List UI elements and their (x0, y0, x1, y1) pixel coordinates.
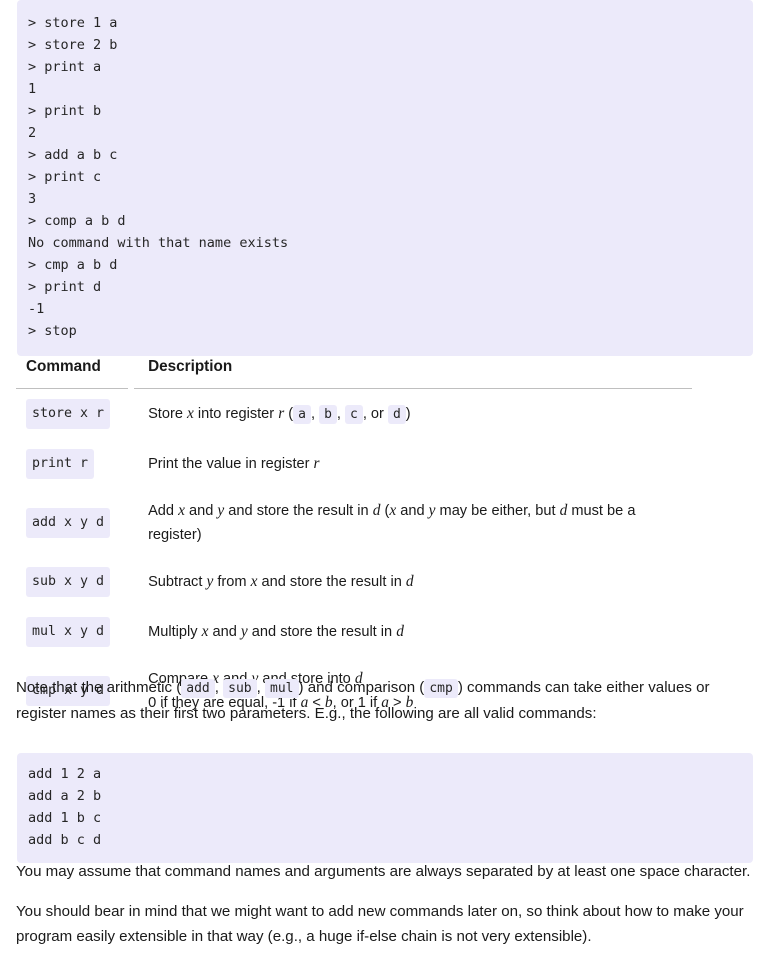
table-row: print r Print the value in register r (16, 439, 692, 489)
description-cell: Print the value in register r (134, 439, 692, 489)
table-row: sub x y d Subtract y from x and store the… (16, 557, 692, 607)
text-run: Store (148, 405, 187, 422)
command-cell: sub x y d (16, 557, 128, 607)
variable-name: d (396, 623, 404, 640)
text-run: Multiply (148, 624, 202, 640)
command-syntax-chip: sub x y d (26, 567, 111, 597)
code-line: add 1 2 a (28, 765, 102, 782)
text-run: and (208, 624, 241, 640)
text-run: , (310, 405, 320, 422)
code-line: add 1 b c (28, 809, 102, 826)
text-run: , (256, 679, 266, 696)
code-line: add a 2 b (28, 787, 102, 804)
text-line: Store x into register r (a, b, c, or d) (148, 402, 678, 427)
code-line: > print a (28, 58, 102, 75)
command-cell: add x y d (16, 489, 128, 557)
description-cell: Multiply x and y and store the result in… (134, 607, 692, 657)
text-line: Add x and y and store the result in d (x… (148, 499, 678, 547)
description-cell: Store x into register r (a, b, c, or d) (134, 389, 692, 440)
column-header-description: Description (134, 358, 692, 389)
text-run: ) and comparison ( (298, 679, 425, 696)
command-table-head: Command Description (16, 358, 692, 389)
text-run: and (396, 503, 429, 519)
command-syntax-chip: print r (26, 449, 95, 479)
document-page: > store 1 a > store 2 b > print a 1 > print … (0, 0, 760, 954)
note-paragraph: Note that the arithmetic (add, sub, mul)… (16, 675, 752, 726)
command-syntax-chip: mul x y d (26, 617, 111, 647)
code-line: 1 (28, 80, 37, 97)
variable-name: x (187, 404, 194, 422)
inline-code: d (387, 404, 406, 424)
code-line: No command with that name exists (28, 234, 289, 251)
command-syntax-chip: add x y d (26, 508, 111, 538)
description-cell: Subtract y from x and store the result i… (134, 557, 692, 607)
variable-name: x (178, 502, 185, 519)
code-line: > cmp a b d (28, 256, 118, 273)
code-line: > add a b c (28, 146, 118, 163)
code-line: 2 (28, 124, 37, 141)
column-header-command: Command (16, 358, 129, 389)
code-line: -1 (28, 300, 45, 317)
text-run: ( (284, 405, 294, 422)
variable-name: r (313, 455, 320, 472)
command-reference-table: Command Description store x r Store x int… (16, 358, 692, 725)
text-run: Subtract (148, 574, 207, 590)
variable-name: y (240, 623, 248, 640)
text-run: ) (405, 405, 411, 422)
inline-code: mul (265, 679, 299, 698)
code-line: > store 1 a (28, 14, 118, 31)
command-table-header-row: Command Description (16, 358, 692, 389)
text-run: Print the value in register (148, 456, 314, 472)
text-run: Add (148, 503, 179, 519)
code-line: > store 2 b (28, 36, 118, 53)
text-line: Note that the arithmetic (add, sub, mul)… (16, 675, 752, 726)
text-run: and (184, 503, 218, 519)
space-separator-paragraph: You may assume that command names and ar… (16, 863, 751, 880)
text-line: Multiply x and y and store the result in… (148, 620, 678, 644)
text-run: ( (380, 503, 390, 519)
code-line: > print d (28, 278, 102, 295)
code-line: 3 (28, 190, 37, 207)
inline-code: add (181, 679, 215, 698)
inline-code: c (345, 404, 363, 424)
text-run: into register (193, 405, 279, 422)
code-line: > print b (28, 102, 102, 119)
table-row: mul x y d Multiply x and y and store the … (16, 607, 692, 657)
command-cell: print r (16, 439, 128, 489)
code-line: add b c d (28, 831, 102, 848)
text-run: , or (362, 405, 388, 422)
example-commands-codeblock: add 1 2 a add a 2 b add 1 b c add b c d (17, 752, 753, 863)
text-run: and store the result in (224, 503, 373, 519)
table-row: add x y d Add x and y and store the resul… (16, 489, 692, 557)
inline-code: sub (223, 679, 257, 698)
command-cell: store x r (16, 389, 128, 440)
text-run: Note that the arithmetic ( (16, 679, 182, 696)
table-row: store x r Store x into register r (a, b, … (16, 389, 692, 440)
text-line: Subtract y from x and store the result i… (148, 570, 678, 594)
terminal-transcript-codeblock: > store 1 a > store 2 b > print a 1 > print … (17, 0, 753, 356)
text-run: , (214, 679, 224, 696)
description-cell: Add x and y and store the result in d (x… (134, 489, 692, 557)
text-run: and store the result in (247, 624, 397, 640)
text-run: may be either, but (435, 503, 560, 519)
text-line: Print the value in register r (148, 452, 678, 476)
inline-code: a (293, 404, 311, 424)
text-run: and store the result in (257, 574, 406, 590)
code-line: > stop (28, 322, 77, 339)
inline-code: b (319, 404, 337, 424)
command-syntax-chip: store x r (26, 399, 111, 429)
command-cell: mul x y d (16, 607, 128, 657)
code-line: > print c (28, 168, 102, 185)
extensibility-paragraph: You should bear in mind that we might wa… (16, 903, 744, 945)
text-run: , (336, 405, 345, 422)
code-line: > comp a b d (28, 212, 126, 229)
variable-name: d (405, 573, 414, 590)
inline-code: cmp (424, 679, 458, 698)
text-run: from (213, 574, 251, 590)
